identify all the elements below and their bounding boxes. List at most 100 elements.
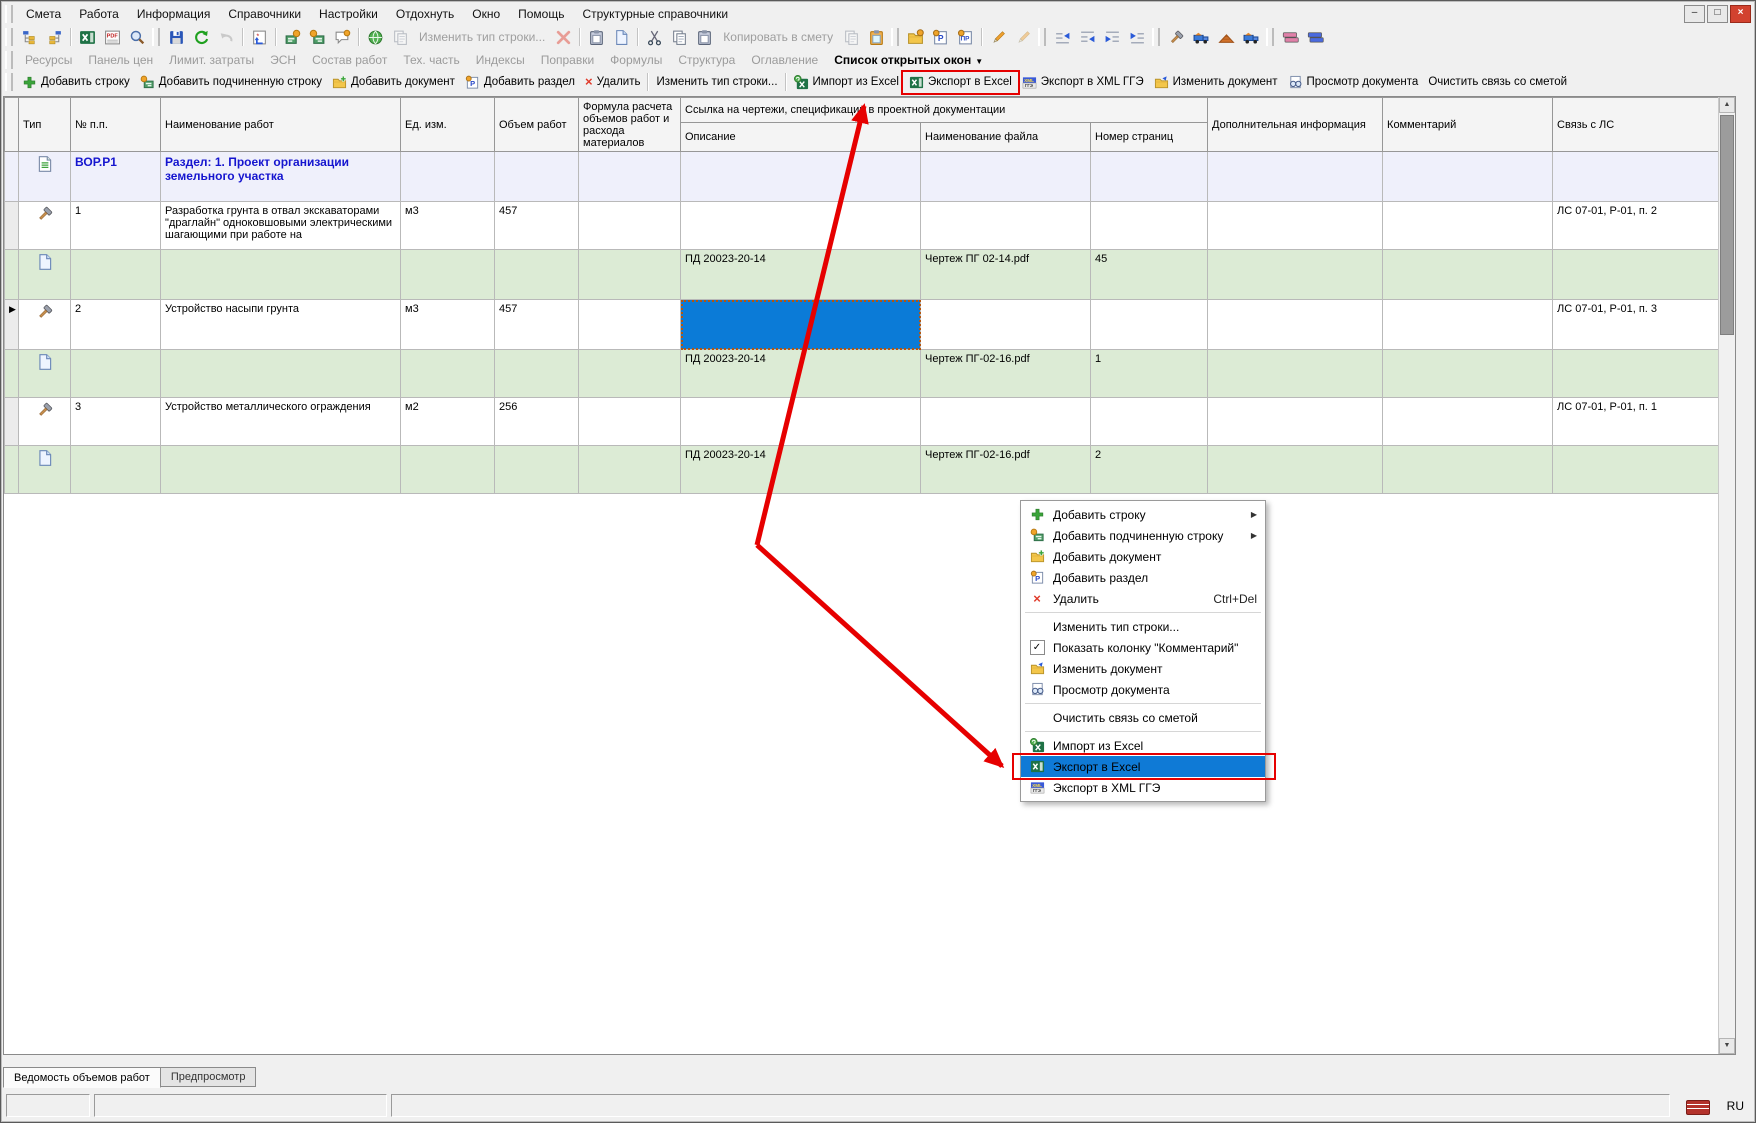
row-selector[interactable] <box>5 152 19 202</box>
delete-button[interactable]: ×Удалить <box>580 74 646 90</box>
cell[interactable] <box>71 250 161 300</box>
toolbar-grip[interactable] <box>5 28 13 46</box>
catalog-pink-books-icon[interactable] <box>1278 25 1303 49</box>
cell-unit[interactable]: м2 <box>401 398 495 446</box>
tree-expand-icon[interactable] <box>17 25 42 49</box>
menu-item-change-row-type[interactable]: Изменить тип строки... <box>1021 616 1265 637</box>
cell[interactable] <box>921 300 1091 350</box>
cell-link-ls[interactable]: ЛС 07-01, Р-01, п. 1 <box>1553 398 1719 446</box>
delete-row-icon[interactable] <box>551 25 576 49</box>
cell-desc[interactable]: ПД 20023-20-14 <box>681 250 921 300</box>
cell[interactable] <box>401 446 495 494</box>
tab-formuly[interactable]: Формулы <box>602 52 670 68</box>
col-header-name[interactable]: Наименование работ <box>161 98 401 152</box>
cell[interactable] <box>579 250 681 300</box>
materials-pile-icon[interactable] <box>1214 25 1239 49</box>
menu-informacia[interactable]: Информация <box>128 5 219 23</box>
col-header-link-ls[interactable]: Связь с ЛС <box>1553 98 1719 152</box>
cell-desc[interactable]: ПД 20023-20-14 <box>681 350 921 398</box>
import-excel-button[interactable]: Импорт из Excel <box>789 73 904 92</box>
cell[interactable] <box>1553 350 1719 398</box>
cell[interactable] <box>681 398 921 446</box>
toolbar-grip[interactable] <box>1266 28 1274 46</box>
row-selector-header[interactable] <box>5 98 19 152</box>
col-header-formula[interactable]: Формула расчета объемов работ и расхода … <box>579 98 681 152</box>
tab-esn[interactable]: ЭСН <box>262 52 304 68</box>
row-type-cell[interactable] <box>19 300 71 350</box>
indent-first-icon[interactable] <box>1050 25 1075 49</box>
toolbar-grip[interactable] <box>5 51 13 69</box>
row-type-cell[interactable] <box>19 152 71 202</box>
scroll-up-icon[interactable]: ▲ <box>1719 97 1735 113</box>
close-button[interactable]: × <box>1730 5 1751 23</box>
row-selector[interactable] <box>5 202 19 250</box>
section-p-icon[interactable] <box>928 25 953 49</box>
menu-rabota[interactable]: Работа <box>70 5 128 23</box>
add-section-button[interactable]: Добавить раздел <box>460 73 580 92</box>
indent-right-icon[interactable] <box>1100 25 1125 49</box>
cell[interactable] <box>1383 202 1553 250</box>
indent-left-icon[interactable] <box>1075 25 1100 49</box>
row-selector-current[interactable]: ▶ <box>5 300 19 350</box>
col-header-extra[interactable]: Дополнительная информация <box>1208 98 1383 152</box>
view-document-button[interactable]: Просмотр документа <box>1283 73 1424 92</box>
menu-item-edit-document[interactable]: Изменить документ <box>1021 658 1265 679</box>
copy-pages-icon[interactable] <box>839 25 864 49</box>
menu-item-add-subrow[interactable]: Добавить подчиненную строку▶ <box>1021 525 1265 546</box>
cell[interactable] <box>495 350 579 398</box>
pdf-icon[interactable] <box>100 25 125 49</box>
renumber-icon[interactable] <box>247 25 272 49</box>
change-row-type-button[interactable]: Изменить тип строки... <box>651 74 782 90</box>
cell-num[interactable]: 1 <box>71 202 161 250</box>
cell-name[interactable]: Устройство насыпи грунта <box>161 300 401 350</box>
cell[interactable] <box>1208 398 1383 446</box>
excel-icon[interactable] <box>75 25 100 49</box>
toolbar-grip[interactable] <box>891 28 899 46</box>
paste-icon[interactable] <box>692 25 717 49</box>
row-type-cell[interactable] <box>19 350 71 398</box>
cell[interactable] <box>579 398 681 446</box>
menu-smeta[interactable]: Смета <box>17 5 70 23</box>
cell[interactable] <box>579 300 681 350</box>
tab-indeksy[interactable]: Индексы <box>468 52 533 68</box>
menu-item-export-xml-gge[interactable]: Экспорт в XML ГГЭ <box>1021 777 1265 798</box>
cell-file[interactable]: Чертеж ПГ-02-16.pdf <box>921 446 1091 494</box>
cell-pages[interactable]: 1 <box>1091 350 1208 398</box>
cell[interactable] <box>1208 350 1383 398</box>
col-header-num[interactable]: № п.п. <box>71 98 161 152</box>
cell[interactable] <box>401 152 495 202</box>
cell-num[interactable]: 3 <box>71 398 161 446</box>
add-document-button[interactable]: Добавить документ <box>327 73 460 92</box>
cell-name[interactable]: Устройство металлического ограждения <box>161 398 401 446</box>
calc-structure-icon[interactable] <box>584 25 609 49</box>
scrollbar-thumb[interactable] <box>1720 115 1734 335</box>
cell-pages[interactable]: 2 <box>1091 446 1208 494</box>
menu-item-show-comment-column[interactable]: ✓Показать колонку "Комментарий" <box>1021 637 1265 658</box>
tree-structure-icon[interactable] <box>42 25 67 49</box>
tab-predprosmotr[interactable]: Предпросмотр <box>160 1067 257 1087</box>
cell[interactable] <box>71 446 161 494</box>
cell[interactable] <box>495 250 579 300</box>
cell-volume[interactable]: 457 <box>495 202 579 250</box>
cell[interactable] <box>1383 398 1553 446</box>
undo-icon[interactable] <box>214 25 239 49</box>
tab-open-windows-list[interactable]: Список открытых окон▼ <box>826 52 991 68</box>
selected-cell-desc[interactable] <box>681 300 921 350</box>
report-page-icon[interactable] <box>609 25 634 49</box>
tab-popravki[interactable]: Поправки <box>533 52 602 68</box>
cell[interactable] <box>161 350 401 398</box>
row-selector[interactable] <box>5 446 19 494</box>
menu-strukturnye[interactable]: Структурные справочники <box>573 5 737 23</box>
tab-sostav-rabot[interactable]: Состав работ <box>304 52 395 68</box>
menu-item-export-excel[interactable]: Экспорт в Excel <box>1021 756 1265 777</box>
cell[interactable] <box>1383 446 1553 494</box>
cell-num[interactable]: 2 <box>71 300 161 350</box>
add-row-button[interactable]: Добавить строку <box>17 73 135 92</box>
edit-document-button[interactable]: Изменить документ <box>1149 73 1283 92</box>
tab-oglavlenie[interactable]: Оглавление <box>743 52 826 68</box>
clear-estimate-link-button[interactable]: Очистить связь со сметой <box>1423 74 1572 90</box>
search-icon[interactable] <box>125 25 150 49</box>
cell-file[interactable]: Чертеж ПГ 02-14.pdf <box>921 250 1091 300</box>
section-pr-icon[interactable] <box>953 25 978 49</box>
menu-okno[interactable]: Окно <box>463 5 509 23</box>
